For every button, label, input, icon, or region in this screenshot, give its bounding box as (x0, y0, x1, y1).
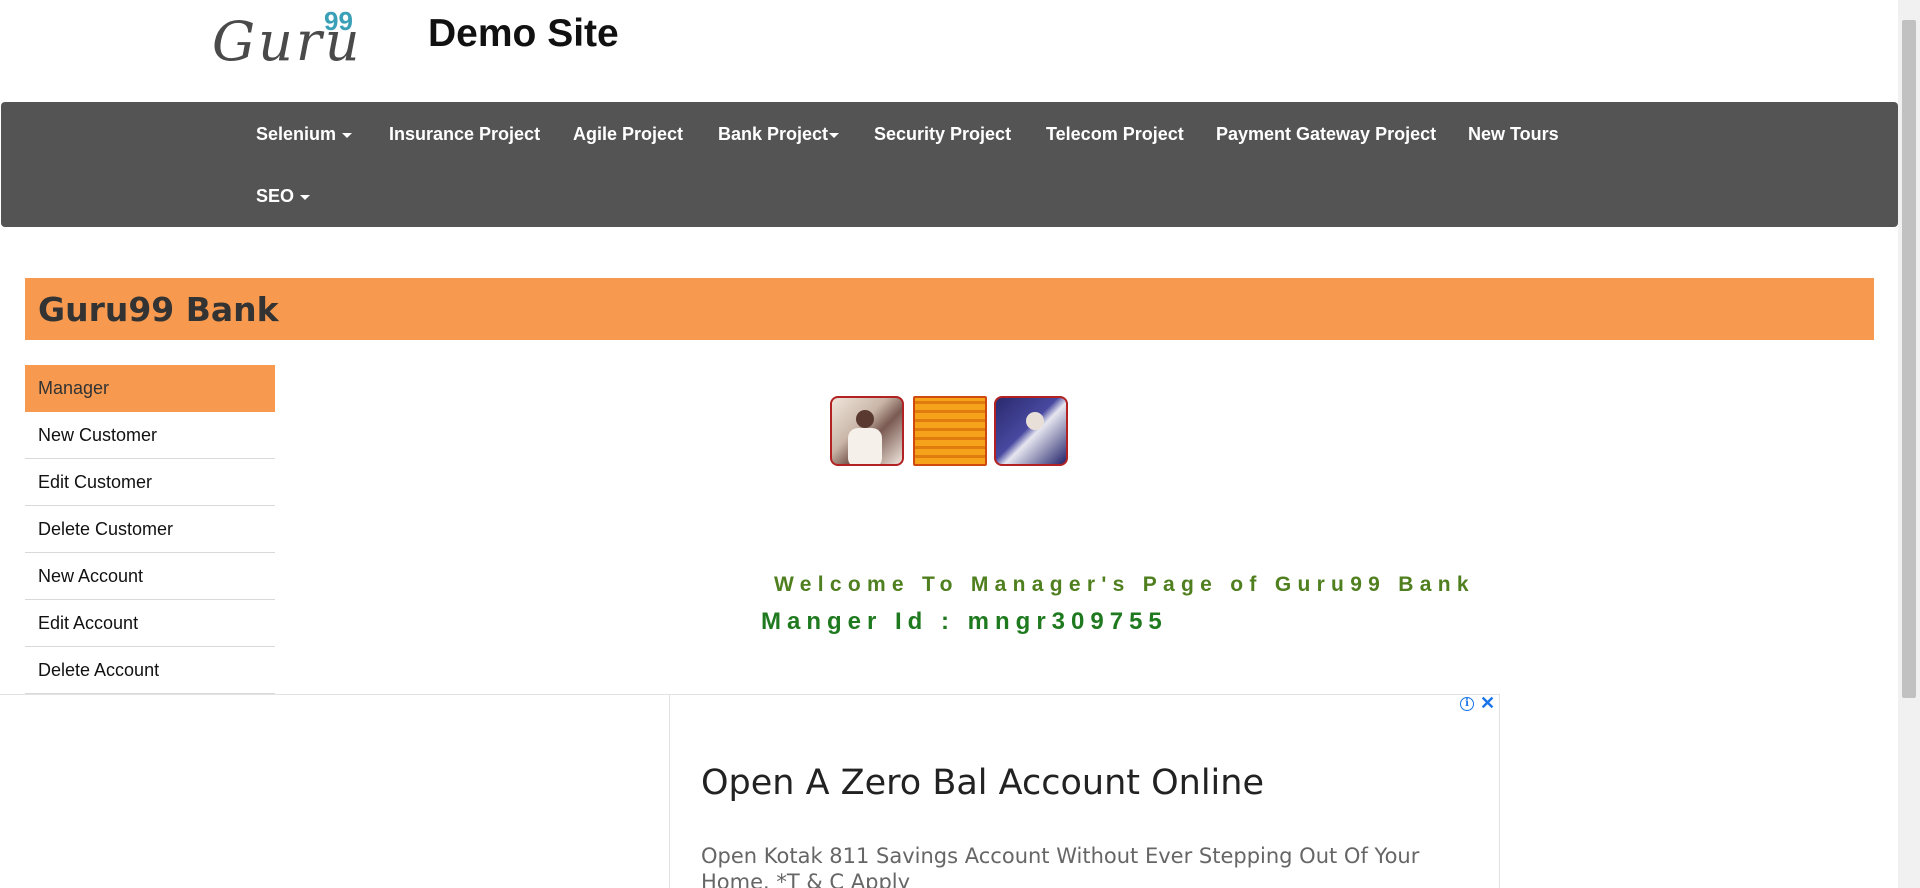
ad-divider (669, 695, 670, 888)
close-icon[interactable]: ✕ (1480, 693, 1495, 713)
top-navbar: Selenium Insurance Project Agile Project… (1, 102, 1898, 227)
banner-figure-body (848, 428, 882, 464)
sidebar-item-delete-customer[interactable]: Delete Customer (25, 506, 275, 553)
nav-bank-project-label: Bank Project (718, 124, 829, 144)
nav-seo-label: SEO (256, 186, 295, 206)
caret-down-icon (829, 132, 840, 138)
scrollbar-thumb[interactable] (1902, 20, 1916, 698)
nav-selenium-label: Selenium (256, 124, 337, 144)
banner-figure (856, 410, 874, 428)
nav-payment-gateway-project[interactable]: Payment Gateway Project (1216, 123, 1436, 145)
ad-headline[interactable]: Open A Zero Bal Account Online (701, 761, 1264, 805)
sidebar-item-edit-account[interactable]: Edit Account (25, 600, 275, 647)
sidebar-item-delete-account[interactable]: Delete Account (25, 647, 275, 694)
bank-title-bar: Guru99 Bank (25, 278, 1874, 340)
site-title: Demo Site (428, 12, 619, 55)
bank-title: Guru99 Bank (38, 290, 279, 329)
sidebar-item-new-customer[interactable]: New Customer (25, 412, 275, 459)
sidebar-item-edit-customer[interactable]: Edit Customer (25, 459, 275, 506)
nav-bank-project[interactable]: Bank Project (718, 123, 840, 145)
banner-photo-coins (913, 396, 987, 466)
advertisement[interactable]: i ✕ Open A Zero Bal Account Online Open … (0, 693, 1500, 888)
nav-security-project[interactable]: Security Project (874, 123, 1011, 145)
page: Guru 99 Demo Site Selenium Insurance Pro… (0, 0, 1920, 888)
banner-photo-person (994, 396, 1068, 466)
nav-insurance-project[interactable]: Insurance Project (389, 123, 540, 145)
nav-seo[interactable]: SEO (256, 185, 311, 207)
banner-photo-phone (830, 396, 904, 466)
welcome-message: Welcome To Manager's Page of Guru99 Bank (774, 573, 1475, 596)
sidebar-item-manager[interactable]: Manager (25, 365, 275, 412)
sidebar-item-new-account[interactable]: New Account (25, 553, 275, 600)
nav-new-tours[interactable]: New Tours (1468, 123, 1559, 145)
logo-sup: 99 (324, 6, 353, 36)
nav-agile-project[interactable]: Agile Project (573, 123, 683, 145)
caret-down-icon (300, 194, 311, 200)
ad-body-text[interactable]: Open Kotak 811 Savings Account Without E… (701, 843, 1481, 888)
sidebar-menu: Manager New Customer Edit Customer Delet… (25, 365, 275, 694)
info-icon[interactable]: i (1460, 697, 1474, 711)
banner-figure (1026, 412, 1044, 430)
nav-telecom-project[interactable]: Telecom Project (1046, 123, 1184, 145)
bank-banner-image (830, 390, 1074, 470)
manager-id: Manger Id : mngr309755 (761, 608, 1168, 635)
page-scrollbar[interactable] (1898, 0, 1920, 888)
nav-selenium[interactable]: Selenium (256, 123, 353, 145)
caret-down-icon (342, 132, 353, 138)
guru99-logo[interactable]: Guru 99 (212, 6, 362, 72)
